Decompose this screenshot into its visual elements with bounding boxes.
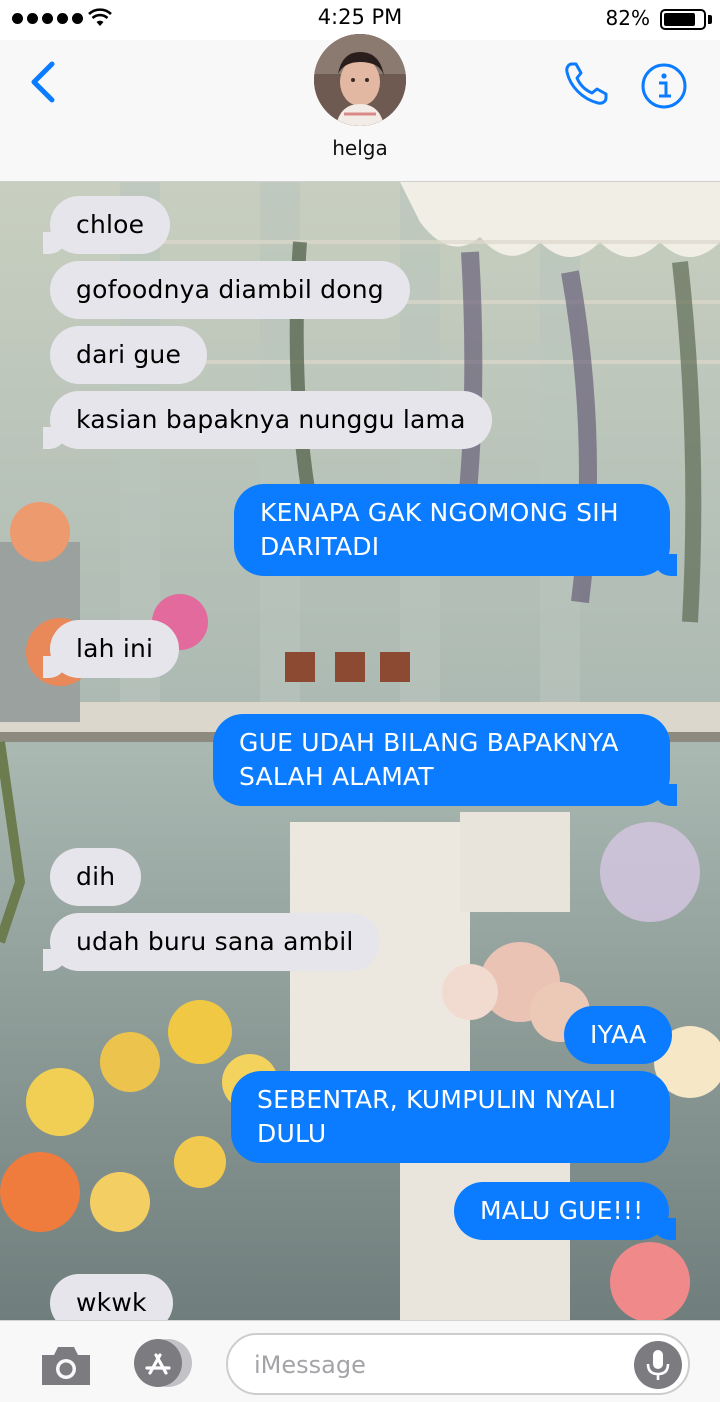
message-input[interactable] bbox=[254, 1349, 614, 1381]
message-bubble-incoming[interactable]: udah buru sana ambil bbox=[43, 913, 380, 971]
contact-avatar[interactable] bbox=[314, 34, 406, 126]
message-bubble-incoming[interactable]: dih bbox=[50, 848, 142, 906]
message-bubble-outgoing[interactable]: SEBENTAR, KUMPULIN NYALI DULU bbox=[231, 1071, 670, 1163]
compose-bar bbox=[0, 1320, 720, 1402]
back-chevron-icon[interactable] bbox=[22, 54, 66, 110]
message-bubble-outgoing[interactable]: IYAA bbox=[564, 1006, 673, 1064]
message-bubble-incoming[interactable]: wkwk bbox=[50, 1274, 173, 1320]
message-text-line: KENAPA GAK NGOMONG SIH bbox=[260, 498, 619, 527]
message-bubble-incoming[interactable]: dari gue bbox=[50, 326, 208, 384]
message-bubble-outgoing[interactable]: GUE UDAH BILANG BAPAKNYA SALAH ALAMAT bbox=[213, 714, 677, 806]
battery-level bbox=[664, 13, 695, 26]
message-text: dari gue bbox=[76, 340, 182, 369]
message-text: lah ini bbox=[76, 634, 154, 663]
message-bubble-outgoing[interactable]: KENAPA GAK NGOMONG SIH DARITADI bbox=[234, 484, 677, 576]
message-bubble-incoming[interactable]: gofoodnya diambil dong bbox=[50, 261, 410, 319]
info-icon[interactable] bbox=[640, 62, 688, 110]
contact-name[interactable]: helga bbox=[0, 136, 720, 160]
message-text: gofoodnya diambil dong bbox=[76, 275, 384, 304]
phone-icon[interactable] bbox=[560, 58, 612, 110]
battery-percentage: 82% bbox=[605, 6, 650, 30]
message-text: IYAA bbox=[590, 1020, 647, 1049]
message-field[interactable] bbox=[226, 1333, 690, 1395]
message-text-line: GUE UDAH BILANG BAPAKNYA bbox=[239, 728, 619, 757]
message-text: MALU GUE!!! bbox=[480, 1196, 644, 1225]
message-text-line: SEBENTAR, KUMPULIN NYALI bbox=[257, 1085, 617, 1114]
app-store-icon[interactable] bbox=[130, 1337, 196, 1389]
message-bubble-outgoing[interactable]: MALU GUE!!! bbox=[454, 1182, 677, 1240]
message-text: chloe bbox=[76, 210, 145, 239]
message-bubble-incoming[interactable]: kasian bapaknya nunggu lama bbox=[43, 391, 492, 449]
message-text: kasian bapaknya nunggu lama bbox=[76, 405, 466, 434]
message-thread[interactable]: chloe gofoodnya diambil dong dari gue ka… bbox=[0, 182, 720, 1320]
message-text-line: DULU bbox=[257, 1119, 327, 1148]
conversation-header: helga bbox=[0, 34, 720, 182]
message-text: udah buru sana ambil bbox=[76, 927, 354, 956]
microphone-icon[interactable] bbox=[634, 1341, 682, 1389]
camera-icon[interactable] bbox=[38, 1343, 94, 1389]
message-text-line: DARITADI bbox=[260, 532, 380, 561]
message-text: dih bbox=[76, 862, 116, 891]
message-text: wkwk bbox=[76, 1288, 147, 1317]
message-bubble-incoming[interactable]: lah ini bbox=[42, 620, 180, 678]
message-text-line: SALAH ALAMAT bbox=[239, 762, 434, 791]
message-bubble-incoming[interactable]: chloe bbox=[42, 196, 171, 254]
battery-tip bbox=[708, 15, 712, 24]
battery-icon bbox=[660, 9, 706, 30]
